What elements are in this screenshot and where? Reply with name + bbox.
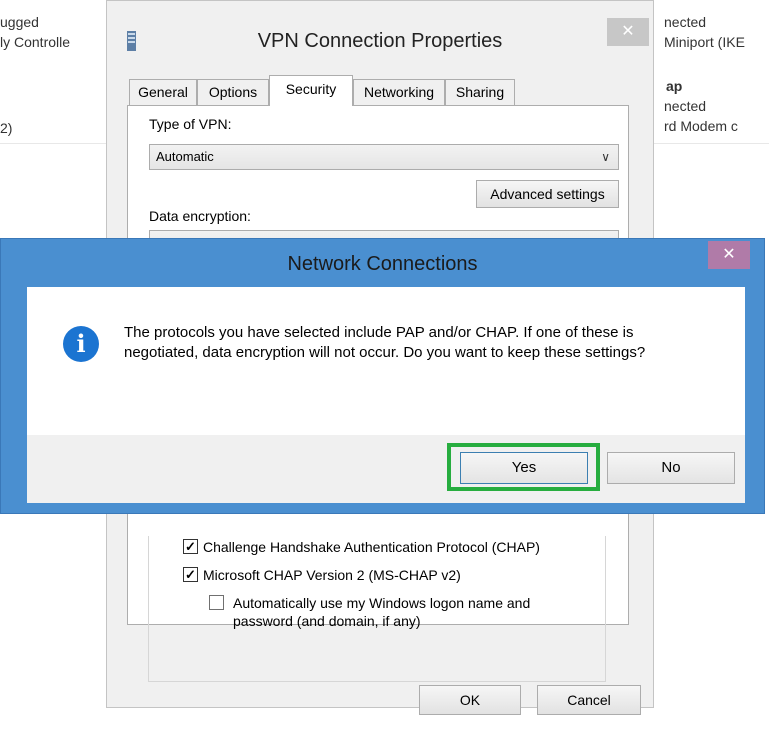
advanced-settings-button[interactable]: Advanced settings xyxy=(476,180,619,208)
bg-item-text: 2) xyxy=(0,120,13,136)
close-icon[interactable]: ✕ xyxy=(607,18,649,46)
bg-item-text: Miniport (IKE xyxy=(664,34,745,50)
chap-checkbox[interactable]: ✓ xyxy=(183,539,198,554)
close-icon[interactable]: ✕ xyxy=(708,241,750,269)
tab-security[interactable]: Security xyxy=(269,75,353,106)
bg-separator xyxy=(0,143,106,144)
bg-separator xyxy=(654,143,769,144)
bg-item-text: nected xyxy=(664,14,707,30)
data-encryption-label: Data encryption: xyxy=(149,208,251,224)
tab-networking[interactable]: Networking xyxy=(353,79,445,105)
auto-logon-label-line2: password (and domain, if any) xyxy=(233,613,421,629)
tab-options[interactable]: Options xyxy=(197,79,269,105)
vpn-window-title: VPN Connection Properties xyxy=(257,30,503,52)
type-of-vpn-select[interactable]: Automatic ∨ xyxy=(149,144,619,170)
bg-item-text: ly Controlle xyxy=(0,34,71,50)
ms-chap-v2-label: Microsoft CHAP Version 2 (MS-CHAP v2) xyxy=(203,567,461,583)
chevron-down-icon: ∨ xyxy=(601,150,610,164)
dialog-content: i The protocols you have selected includ… xyxy=(27,287,745,435)
chap-label: Challenge Handshake Authentication Proto… xyxy=(203,539,540,555)
info-icon: i xyxy=(63,326,99,362)
cancel-button[interactable]: Cancel xyxy=(537,685,641,715)
bg-item-text: nected xyxy=(664,98,707,114)
authentication-group: ✓ Challenge Handshake Authentication Pro… xyxy=(148,536,606,682)
tab-general[interactable]: General xyxy=(129,79,197,105)
dialog-message: The protocols you have selected include … xyxy=(124,324,646,361)
vpn-titlebar: VPN Connection Properties ✕ xyxy=(107,1,653,75)
auto-logon-checkbox[interactable] xyxy=(209,595,224,610)
network-connections-dialog: Network Connections ✕ i The protocols yo… xyxy=(0,238,765,514)
dialog-footer: Yes No xyxy=(27,435,745,503)
dialog-title: Network Connections xyxy=(287,253,478,275)
yes-button[interactable]: Yes xyxy=(460,452,588,484)
ok-button[interactable]: OK xyxy=(419,685,521,715)
tab-sharing[interactable]: Sharing xyxy=(445,79,515,105)
auto-logon-label-line1: Automatically use my Windows logon name … xyxy=(233,595,531,611)
bg-item-text: rd Modem c xyxy=(664,118,738,134)
type-of-vpn-value: Automatic xyxy=(156,149,214,164)
ms-chap-v2-checkbox[interactable]: ✓ xyxy=(183,567,198,582)
bg-item-text: ap xyxy=(666,78,683,94)
bg-item-text: ugged xyxy=(0,14,39,30)
no-button[interactable]: No xyxy=(607,452,735,484)
type-of-vpn-label: Type of VPN: xyxy=(149,116,232,132)
